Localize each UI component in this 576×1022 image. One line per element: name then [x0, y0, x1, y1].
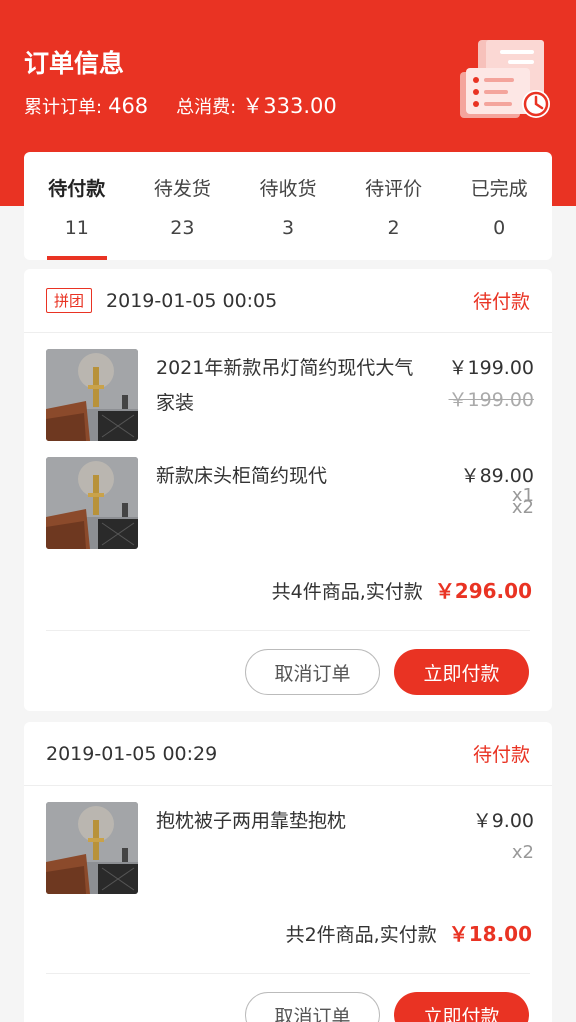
order-actions: 取消订单 立即付款	[24, 649, 552, 695]
product-price: ￥89.00	[460, 465, 534, 487]
orders-value: 468	[108, 94, 149, 118]
tab-pending-receipt[interactable]: 待收货 3	[235, 152, 341, 260]
order-header: 拼团 2019-01-05 00:05 待付款	[24, 269, 552, 333]
product-image	[46, 802, 138, 894]
cancel-order-button[interactable]: 取消订单	[245, 649, 380, 695]
product-quantity: x2	[511, 842, 534, 863]
tab-label: 待付款	[48, 178, 106, 200]
tab-count: 0	[493, 217, 506, 239]
cancel-order-button[interactable]: 取消订单	[245, 992, 380, 1022]
receipt-scroll-clock-icon	[456, 34, 556, 124]
divider	[46, 973, 530, 974]
product-title: 抱枕被子两用靠垫抱枕	[156, 810, 347, 832]
tab-label: 已完成	[470, 178, 528, 200]
tab-pending-review[interactable]: 待评价 2	[341, 152, 447, 260]
order-summary: 共2件商品,实付款 ￥18.00	[24, 918, 552, 947]
order-status-tabs: 待付款 11 待发货 23 待收货 3 待评价 2 已完成 0	[24, 152, 552, 260]
order-card[interactable]: 拼团 2019-01-05 00:05 待付款 2021年新款吊灯简约现代大气家…	[24, 269, 552, 711]
divider	[46, 630, 530, 631]
summary-text: 共2件商品,实付款	[285, 924, 437, 946]
product-title: 新款床头柜简约现代	[156, 465, 328, 487]
order-status: 待付款	[472, 744, 530, 766]
tab-label: 待收货	[259, 178, 317, 200]
spend-label: 总消费:	[176, 97, 237, 118]
tab-count: 2	[387, 217, 400, 239]
order-status: 待付款	[472, 291, 530, 313]
order-item[interactable]: 抱枕被子两用靠垫抱枕 ￥9.00 x2	[24, 786, 552, 894]
product-image	[46, 349, 138, 441]
product-original-price: ￥199.00	[448, 389, 534, 411]
tab-pending-payment[interactable]: 待付款 11	[24, 152, 130, 260]
orders-label: 累计订单:	[24, 97, 103, 118]
page-title: 订单信息	[24, 49, 125, 78]
tab-completed[interactable]: 已完成 0	[446, 152, 552, 260]
product-title: 2021年新款吊灯简约现代大气家装	[156, 357, 414, 414]
order-card[interactable]: 2019-01-05 00:29 待付款 抱枕被子两用靠垫抱枕 ￥9.00 x2…	[24, 722, 552, 1022]
order-item[interactable]: 2021年新款吊灯简约现代大气家装 ￥199.00 ￥199.00 x1	[24, 333, 552, 506]
order-total: ￥296.00	[434, 579, 532, 603]
tab-count: 23	[170, 217, 195, 239]
order-item[interactable]: 新款床头柜简约现代 ￥89.00 x2	[24, 441, 552, 549]
product-image	[46, 457, 138, 549]
order-actions: 取消订单 立即付款	[24, 992, 552, 1022]
product-price: ￥199.00	[448, 357, 534, 379]
order-date: 2019-01-05 00:05	[106, 289, 278, 312]
product-quantity: x2	[511, 497, 534, 518]
pay-now-button[interactable]: 立即付款	[394, 649, 529, 695]
order-stats: 累计订单: 468 总消费: ￥333.00	[24, 90, 337, 120]
tab-pending-shipment[interactable]: 待发货 23	[130, 152, 236, 260]
pay-now-button[interactable]: 立即付款	[394, 992, 529, 1022]
order-total: ￥18.00	[448, 922, 532, 946]
summary-text: 共4件商品,实付款	[271, 581, 423, 603]
tab-label: 待发货	[153, 178, 211, 200]
order-header: 2019-01-05 00:29 待付款	[24, 722, 552, 786]
order-date: 2019-01-05 00:29	[46, 742, 218, 765]
spend-value: ￥333.00	[242, 94, 337, 118]
tab-count: 11	[64, 217, 89, 239]
tab-count: 3	[281, 217, 295, 239]
order-summary: 共4件商品,实付款 ￥296.00	[24, 575, 552, 604]
tab-label: 待评价	[365, 178, 423, 200]
product-price: ￥9.00	[472, 810, 534, 832]
group-buy-badge: 拼团	[46, 288, 93, 313]
